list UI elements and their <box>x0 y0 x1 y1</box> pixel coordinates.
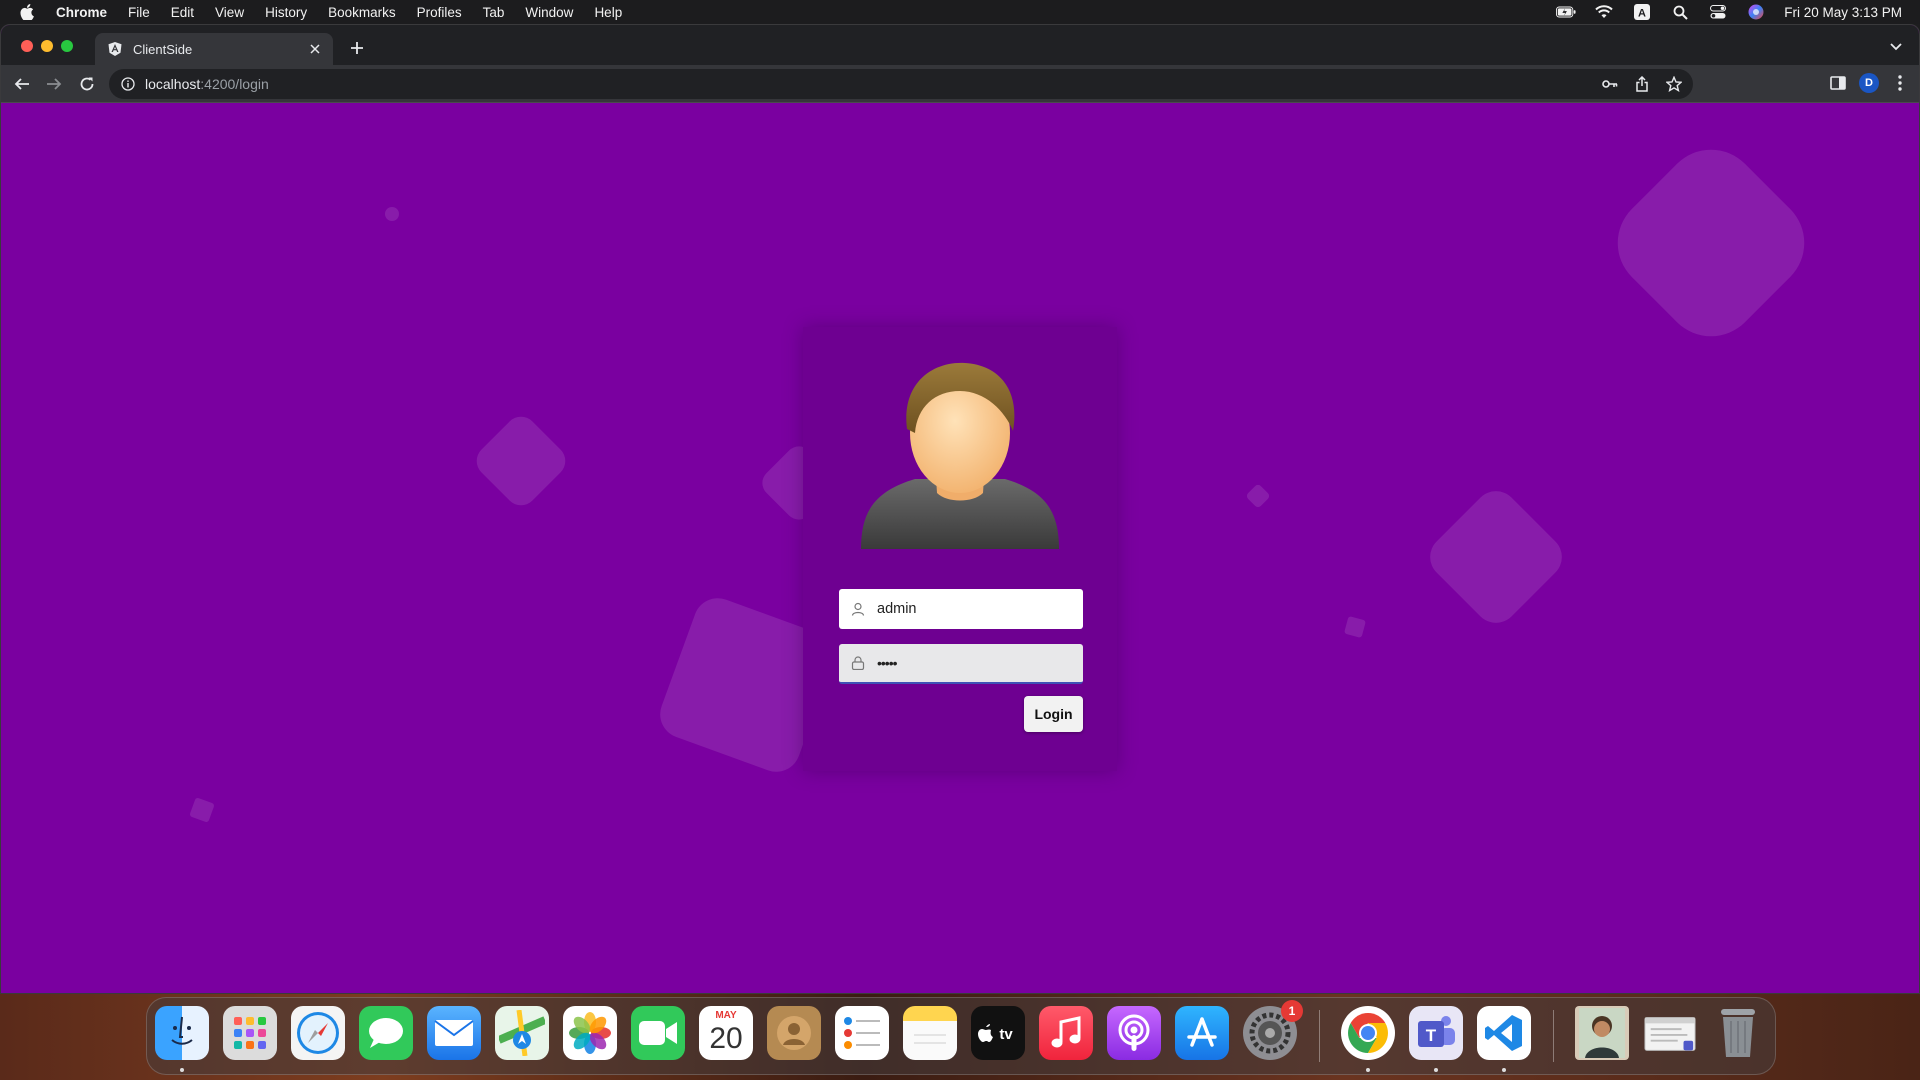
side-panel-icon[interactable] <box>1827 72 1849 94</box>
apple-menu-icon[interactable] <box>18 3 36 21</box>
menu-profiles[interactable]: Profiles <box>417 5 462 20</box>
reminders-icon[interactable] <box>835 1006 889 1060</box>
finder-running-indicator <box>180 1068 184 1072</box>
svg-text:A: A <box>1638 8 1646 20</box>
tab-title: ClientSide <box>133 41 193 57</box>
menu-bookmarks[interactable]: Bookmarks <box>328 5 396 20</box>
keyboard-input-icon[interactable]: A <box>1632 4 1652 20</box>
decorative-shape <box>1245 483 1271 509</box>
launchpad-icon[interactable] <box>223 1006 277 1060</box>
notes-icon[interactable] <box>903 1006 957 1060</box>
dock-separator <box>1319 1010 1320 1062</box>
angular-favicon-icon <box>107 41 123 57</box>
tab-clientside[interactable]: ClientSide <box>95 33 333 65</box>
facetime-icon[interactable] <box>631 1006 685 1060</box>
share-icon[interactable] <box>1631 74 1653 94</box>
window-controls <box>21 40 73 52</box>
svg-text:tv: tv <box>999 1026 1013 1043</box>
teams-running-indicator <box>1434 1068 1438 1072</box>
browser-window: ClientSide localhost:4200/login D admin… <box>0 24 1920 994</box>
new-tab-button[interactable] <box>346 37 368 59</box>
browser-toolbar: localhost:4200/login D <box>1 65 1919 103</box>
calendar-icon[interactable]: MAY 20 <box>699 1006 753 1060</box>
menu-window[interactable]: Window <box>525 5 573 20</box>
svg-text:T: T <box>1426 1026 1437 1045</box>
menu-edit[interactable]: Edit <box>171 5 194 20</box>
username-value: admin <box>877 601 917 617</box>
more-options-icon[interactable] <box>1889 72 1911 94</box>
decorative-shape <box>1597 129 1825 357</box>
close-window-button[interactable] <box>21 40 33 52</box>
bookmark-star-icon[interactable] <box>1663 74 1685 94</box>
site-info-icon[interactable] <box>119 75 137 93</box>
user-avatar-icon <box>855 351 1065 551</box>
password-key-icon[interactable] <box>1599 74 1621 94</box>
app-store-icon[interactable] <box>1175 1006 1229 1060</box>
decorative-shape <box>470 410 572 512</box>
downloads-stack-icon[interactable] <box>1643 1006 1697 1060</box>
siri-icon[interactable] <box>1746 4 1766 20</box>
google-chrome-icon[interactable] <box>1341 1006 1395 1060</box>
close-tab-icon[interactable] <box>307 41 323 57</box>
menu-history[interactable]: History <box>265 5 307 20</box>
notification-badge: 1 <box>1281 1000 1303 1022</box>
menu-app-name[interactable]: Chrome <box>56 5 107 20</box>
forward-button[interactable] <box>43 73 65 95</box>
url-host: localhost <box>145 76 201 92</box>
control-center-icon[interactable] <box>1708 4 1728 20</box>
profile-avatar[interactable]: D <box>1859 73 1879 93</box>
url-path: :4200/login <box>200 76 269 92</box>
menu-help[interactable]: Help <box>594 5 622 20</box>
music-icon[interactable] <box>1039 1006 1093 1060</box>
system-preferences-icon[interactable]: 1 <box>1243 1000 1303 1060</box>
dock: MAY 20 tv 1 T <box>146 997 1776 1075</box>
password-field[interactable]: ••••• <box>839 644 1083 684</box>
decorative-shape <box>1343 615 1367 639</box>
safari-icon[interactable] <box>291 1006 345 1060</box>
password-value: ••••• <box>877 655 897 671</box>
apple-tv-icon[interactable]: tv <box>971 1006 1025 1060</box>
username-field[interactable]: admin <box>839 589 1083 629</box>
battery-icon[interactable] <box>1556 4 1576 20</box>
decorative-shape <box>189 797 215 823</box>
chrome-running-indicator <box>1366 1068 1370 1072</box>
macos-menu-bar: Chrome File Edit View History Bookmarks … <box>0 0 1920 24</box>
spotlight-search-icon[interactable] <box>1670 4 1690 20</box>
vscode-running-indicator <box>1502 1068 1506 1072</box>
login-button[interactable]: Login <box>1024 696 1083 732</box>
microsoft-teams-icon[interactable]: T <box>1409 1006 1463 1060</box>
user-icon <box>849 600 867 618</box>
calendar-month: MAY <box>715 1010 737 1021</box>
fullscreen-window-button[interactable] <box>61 40 73 52</box>
tab-search-chevron-icon[interactable] <box>1887 38 1905 56</box>
wifi-icon[interactable] <box>1594 4 1614 20</box>
menu-tab[interactable]: Tab <box>483 5 505 20</box>
podcasts-icon[interactable] <box>1107 1006 1161 1060</box>
calendar-day: 20 <box>709 1022 743 1055</box>
login-card: admin ••••• Login <box>803 327 1117 771</box>
login-page: admin ••••• Login <box>1 103 1919 993</box>
address-bar[interactable]: localhost:4200/login <box>109 69 1693 99</box>
lock-icon <box>849 654 867 672</box>
menu-view[interactable]: View <box>215 5 244 20</box>
back-button[interactable] <box>11 73 33 95</box>
dock-separator <box>1553 1010 1554 1062</box>
tab-strip: ClientSide <box>1 25 1919 65</box>
minimize-window-button[interactable] <box>41 40 53 52</box>
visual-studio-code-icon[interactable] <box>1477 1006 1531 1060</box>
finder-icon[interactable] <box>155 1006 209 1060</box>
maps-icon[interactable] <box>495 1006 549 1060</box>
menu-bar-clock[interactable]: Fri 20 May 3:13 PM <box>1784 5 1902 20</box>
trash-icon[interactable] <box>1711 1006 1765 1060</box>
reload-button[interactable] <box>76 73 98 95</box>
recent-photo-thumbnail-icon[interactable] <box>1575 1006 1629 1060</box>
contacts-icon[interactable] <box>767 1006 821 1060</box>
decorative-shape <box>1421 482 1571 632</box>
photos-icon[interactable] <box>563 1006 617 1060</box>
menu-file[interactable]: File <box>128 5 150 20</box>
decorative-shape <box>385 207 399 221</box>
messages-icon[interactable] <box>359 1006 413 1060</box>
mail-icon[interactable] <box>427 1006 481 1060</box>
